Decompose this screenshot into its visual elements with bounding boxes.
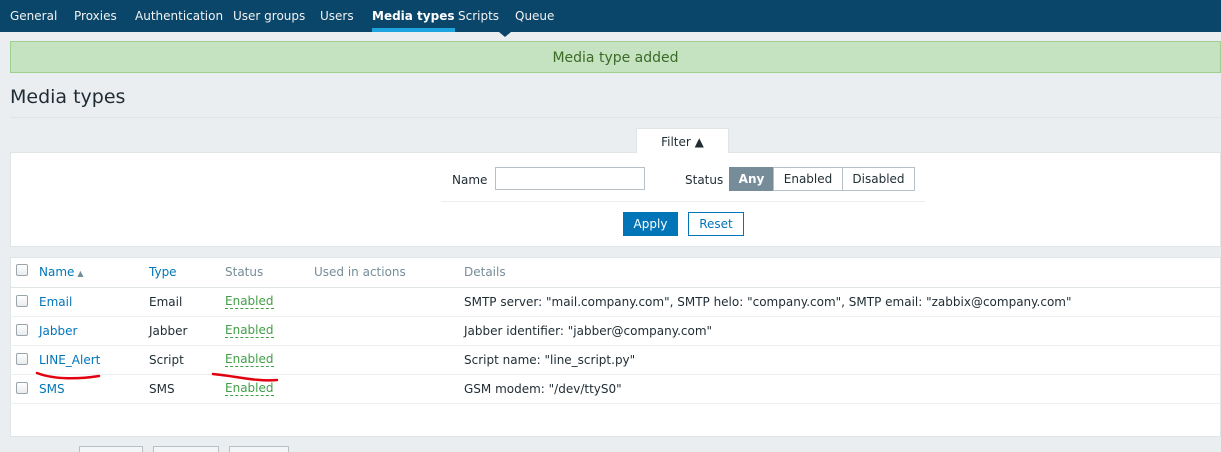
reset-button[interactable]: Reset — [688, 212, 744, 236]
media-type-type: Jabber — [149, 324, 188, 338]
mass-action-button-stub[interactable] — [153, 446, 219, 452]
filter-name-input[interactable] — [495, 167, 645, 190]
filter-status-label: Status — [685, 173, 724, 187]
filter-divider — [441, 201, 925, 202]
status-toggle-link[interactable]: Enabled — [225, 324, 274, 338]
media-type-name-link[interactable]: LINE_Alert — [39, 353, 100, 367]
row-divider — [10, 345, 1221, 346]
success-message: Media type added — [10, 41, 1221, 73]
media-types-table — [10, 257, 1221, 437]
column-header-used-in-actions: Used in actions — [314, 265, 406, 279]
nav-user-groups[interactable]: User groups — [233, 0, 305, 32]
table-header-divider — [10, 287, 1221, 288]
media-type-type: SMS — [149, 382, 175, 396]
select-all-checkbox[interactable] — [16, 264, 28, 276]
column-header-name-label: Name — [39, 265, 75, 279]
nav-proxies[interactable]: Proxies — [74, 0, 117, 32]
row-checkbox[interactable] — [16, 295, 28, 307]
column-header-type[interactable]: Type — [149, 265, 177, 279]
page-title: Media types — [10, 86, 126, 108]
status-option-any[interactable]: Any — [729, 167, 774, 191]
media-type-name-link[interactable]: Jabber — [39, 324, 77, 338]
media-type-details: Script name: "line_script.py" — [464, 353, 636, 367]
mass-action-button-stub[interactable] — [229, 446, 289, 452]
column-header-name[interactable]: Name ▲ — [39, 265, 84, 279]
apply-button[interactable]: Apply — [623, 212, 678, 236]
row-divider — [10, 403, 1221, 404]
row-divider — [10, 374, 1221, 375]
mass-action-button-stub[interactable] — [79, 446, 143, 452]
media-type-details: GSM modem: "/dev/ttyS0" — [464, 382, 622, 396]
nav-authentication[interactable]: Authentication — [135, 0, 223, 32]
nav-queue[interactable]: Queue — [515, 0, 554, 32]
row-checkbox[interactable] — [16, 353, 28, 365]
title-divider — [10, 117, 1221, 118]
nav-scripts[interactable]: Scripts — [458, 0, 499, 32]
column-header-details: Details — [464, 265, 506, 279]
nav-general[interactable]: General — [10, 0, 57, 32]
media-type-details: Jabber identifier: "jabber@company.com" — [464, 324, 713, 338]
row-divider — [10, 316, 1221, 317]
nav-users[interactable]: Users — [320, 0, 354, 32]
media-type-name-link[interactable]: SMS — [39, 382, 65, 396]
row-checkbox[interactable] — [16, 382, 28, 394]
media-type-type: Script — [149, 353, 184, 367]
status-toggle-link[interactable]: Enabled — [225, 382, 274, 396]
media-type-type: Email — [149, 295, 183, 309]
media-type-name-link[interactable]: Email — [39, 295, 72, 309]
media-type-details: SMTP server: "mail.company.com", SMTP he… — [464, 295, 1072, 309]
row-checkbox[interactable] — [16, 324, 28, 336]
status-option-disabled[interactable]: Disabled — [842, 167, 915, 191]
nav-active-pointer — [499, 32, 511, 37]
filter-toggle-tab[interactable]: Filter ▲ — [636, 128, 729, 153]
filter-name-label: Name — [452, 173, 488, 187]
status-option-enabled[interactable]: Enabled — [773, 167, 843, 191]
sort-up-icon: ▲ — [77, 269, 84, 278]
status-toggle-link[interactable]: Enabled — [225, 295, 274, 309]
nav-media-types[interactable]: Media types — [372, 0, 455, 32]
status-toggle-link[interactable]: Enabled — [225, 353, 274, 367]
top-navigation: General Proxies Authentication User grou… — [0, 0, 1221, 32]
column-header-status: Status — [225, 265, 264, 279]
